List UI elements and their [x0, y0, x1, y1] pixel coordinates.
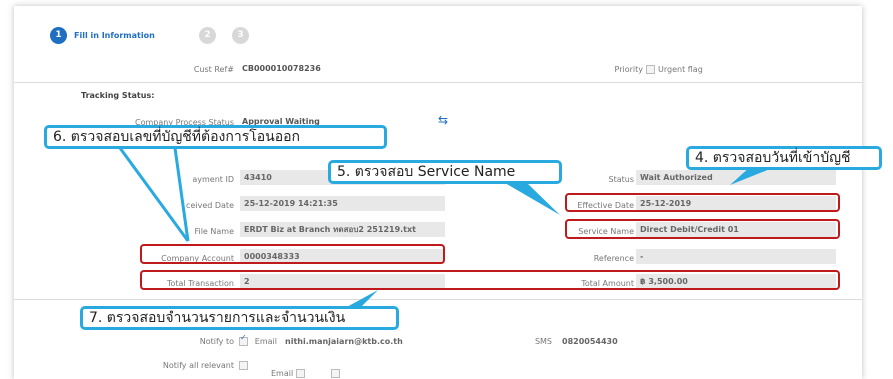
- callout-7: 7. ตรวจสอบจำนวนรายการและจำนวนเงิน: [80, 306, 399, 330]
- callout-4: 4. ตรวจสอบวันที่เข้าบัญชี: [686, 146, 882, 170]
- callout-6: 6. ตรวจสอบเลขที่บัญชีที่ต้องการโอนออก: [44, 125, 387, 149]
- callout-5: 5. ตรวจสอบ Service Name: [328, 160, 562, 184]
- callout-5-tail: [505, 183, 560, 215]
